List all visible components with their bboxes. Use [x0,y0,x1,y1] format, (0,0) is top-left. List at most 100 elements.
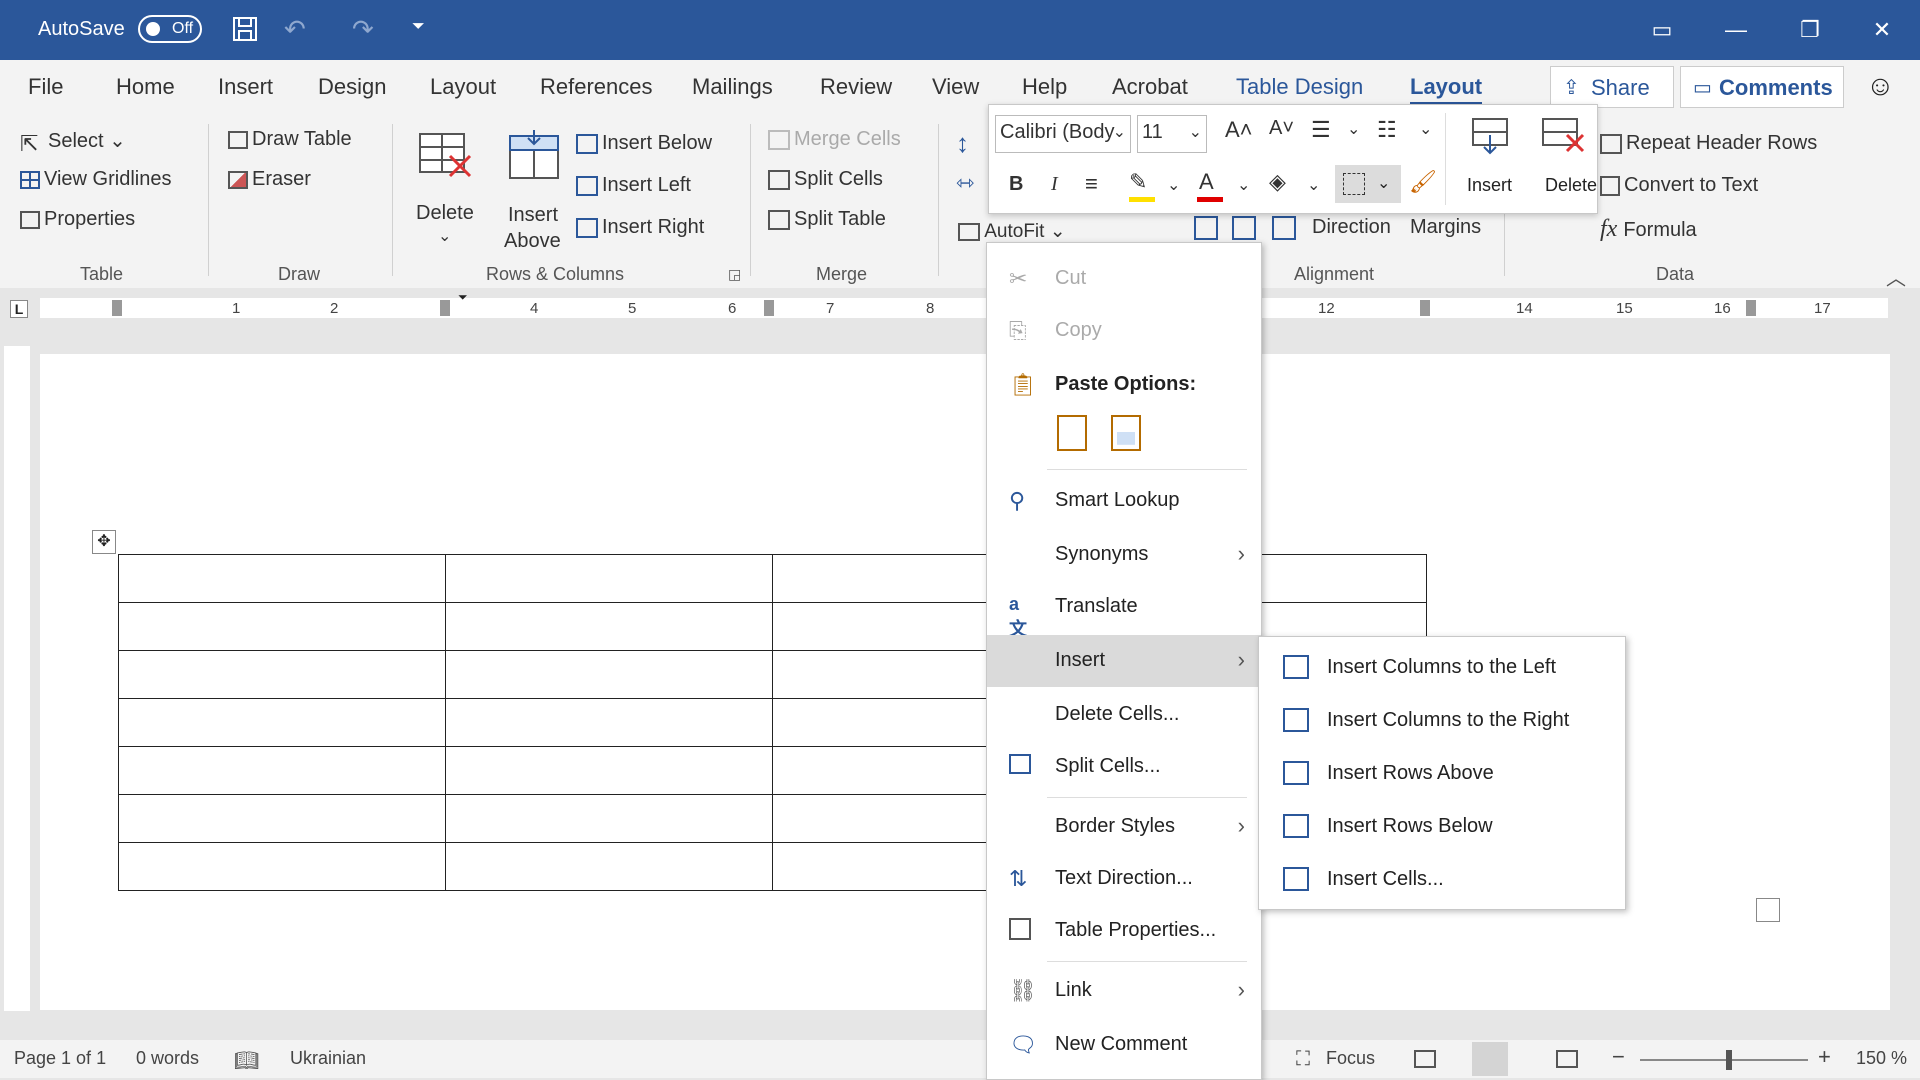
properties-button[interactable]: Properties [20,208,135,231]
menu-item-smart-lookup[interactable]: ⚲ Smart Lookup [987,475,1261,527]
zoom-in-icon[interactable]: + [1818,1044,1831,1070]
align-bottom-right-icon[interactable] [1272,216,1296,240]
vertical-ruler[interactable] [4,346,30,1011]
indent-marker-icon[interactable]: ⏷ [458,290,468,305]
table-cell[interactable] [445,650,773,699]
format-painter-icon[interactable]: 🖌︎ [1409,169,1437,195]
bullets-icon[interactable]: ☰ [1311,117,1331,143]
paste-picture-icon[interactable] [1111,415,1141,451]
table-cell[interactable] [445,554,773,603]
shading-icon[interactable]: ◈ [1269,169,1286,195]
select-button[interactable]: ⇱ Select ⌄ [20,128,126,156]
mini-delete-button[interactable]: Delete [1535,111,1597,207]
formula-button[interactable]: fx Formula [1600,216,1697,243]
submenu-item-insert-cells[interactable]: Insert Cells... [1259,853,1625,906]
tab-layout[interactable]: Layout [430,74,496,100]
read-mode-icon[interactable] [1414,1050,1436,1068]
ribbon-display-icon[interactable]: ▭ [1632,0,1692,60]
submenu-item-insert-rows-below[interactable]: Insert Rows Below [1259,800,1625,853]
column-marker[interactable] [112,300,122,316]
print-layout-icon[interactable] [1472,1042,1508,1076]
menu-item-text-direction[interactable]: ⇅ Text Direction... [987,853,1261,905]
menu-item-delete-cells[interactable]: Delete Cells... [987,689,1261,741]
tab-help[interactable]: Help [1022,74,1067,100]
font-name-select[interactable]: Calibri (Body ⌄ [995,115,1131,153]
dialog-launcher-icon[interactable]: ◲ [728,266,741,283]
tab-table-layout[interactable]: Layout [1410,74,1483,105]
close-icon[interactable]: ✕ [1852,0,1912,60]
chevron-down-icon[interactable]: ⌄ [1419,119,1432,139]
feedback-smiley-icon[interactable]: ☺ [1866,70,1895,102]
tab-references[interactable]: References [540,74,653,100]
paste-keep-text-icon[interactable] [1057,415,1087,451]
chevron-down-icon[interactable]: ⌄ [1167,175,1180,195]
tab-selector-icon[interactable]: L [10,300,28,318]
split-table-button[interactable]: Split Table [768,208,886,231]
menu-item-table-properties[interactable]: Table Properties... [987,905,1261,957]
menu-item-copy[interactable]: ⎘ Copy [987,305,1261,357]
borders-button[interactable]: ⌄ [1335,165,1401,203]
focus-icon[interactable]: ⛶ [1296,1048,1310,1071]
tab-home[interactable]: Home [116,74,175,100]
highlight-icon[interactable]: ✎ [1129,169,1147,195]
table-cell[interactable] [445,794,773,843]
table-resize-handle-icon[interactable] [1756,898,1780,922]
cell-margins-button[interactable]: Margins [1410,216,1481,239]
column-marker[interactable] [440,300,450,316]
table-cell[interactable] [118,794,446,843]
column-marker[interactable] [764,300,774,316]
column-width-icon[interactable]: ⇿ [956,170,974,196]
menu-item-synonyms[interactable]: Synonyms › [987,529,1261,581]
repeat-header-rows-button[interactable]: Repeat Header Rows [1600,132,1817,155]
submenu-item-insert-rows-above[interactable]: Insert Rows Above [1259,747,1625,800]
insert-below-button[interactable]: Insert Below [576,132,712,155]
tab-view[interactable]: View [932,74,979,100]
menu-item-insert[interactable]: Insert › [987,635,1261,687]
draw-table-button[interactable]: Draw Table [228,128,352,151]
menu-item-link[interactable]: ⛓ Link › [987,965,1261,1017]
tab-table-design[interactable]: Table Design [1236,74,1363,100]
bold-icon[interactable]: B [1009,173,1023,196]
column-marker[interactable] [1420,300,1430,316]
mini-insert-button[interactable]: Insert [1459,111,1525,207]
table-cell[interactable] [118,650,446,699]
proofing-book-icon[interactable]: 📖︎ [234,1048,259,1073]
zoom-level[interactable]: 150 % [1856,1048,1907,1069]
focus-mode[interactable]: Focus [1326,1048,1375,1069]
tab-file[interactable]: File [28,74,63,100]
horizontal-ruler[interactable]: L 1 2 4 5 6 7 8 12 14 15 16 17 ⏷ [0,288,1920,330]
align-bottom-center-icon[interactable] [1232,216,1256,240]
view-gridlines-button[interactable]: View Gridlines [20,168,171,191]
convert-to-text-button[interactable]: Convert to Text [1600,174,1758,197]
tab-insert[interactable]: Insert [218,74,273,100]
center-align-icon[interactable]: ≡ [1085,171,1098,197]
restore-icon[interactable]: ❐ [1780,0,1840,60]
table-cell[interactable] [118,554,446,603]
table-move-handle-icon[interactable]: ✥ [92,530,116,554]
insert-above-button[interactable]: Insert Above [500,124,570,254]
split-cells-button[interactable]: Split Cells [768,168,883,191]
page-count[interactable]: Page 1 of 1 [14,1048,106,1069]
table-cell[interactable] [445,602,773,651]
autofit-button[interactable]: AutoFit ⌄ [958,220,1066,243]
table-cell[interactable] [445,746,773,795]
tab-design[interactable]: Design [318,74,386,100]
save-icon[interactable] [232,16,258,42]
align-bottom-left-icon[interactable] [1194,216,1218,240]
table-cell[interactable] [118,842,446,891]
eraser-button[interactable]: Eraser [228,168,311,191]
table-cell[interactable] [445,842,773,891]
font-color-icon[interactable]: A [1199,169,1214,195]
column-marker[interactable] [1746,300,1756,316]
font-size-select[interactable]: 11 ⌄ [1137,115,1207,153]
menu-item-border-styles[interactable]: Border Styles › [987,801,1261,853]
shrink-font-icon[interactable]: A˅ [1269,117,1294,140]
collapse-ribbon-icon[interactable]: ︿ [1886,262,1906,291]
table-cell[interactable] [118,746,446,795]
menu-item-new-comment[interactable]: 🗨︎ New Comment [987,1019,1261,1071]
delete-table-button[interactable]: Delete ⌄ [412,128,478,248]
chevron-down-icon[interactable]: ⌄ [1237,175,1250,195]
autosave-toggle[interactable]: Off [138,15,202,43]
minimize-icon[interactable]: — [1706,0,1766,60]
insert-right-button[interactable]: Insert Right [576,216,704,239]
